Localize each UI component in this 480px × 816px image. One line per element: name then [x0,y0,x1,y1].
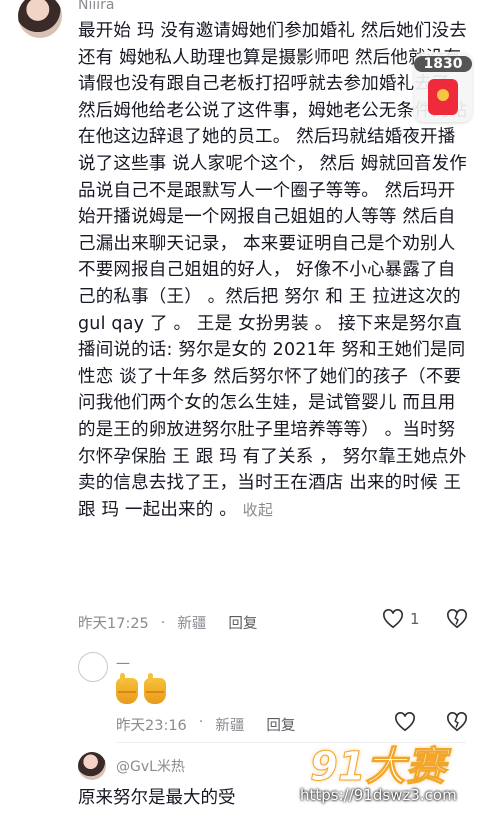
reply-like-button[interactable] [394,712,416,736]
reply-location: 新疆 [215,718,245,734]
watermark: 91大赛 https://91dswz3.com [300,734,476,814]
reply-avatar[interactable] [78,652,108,682]
like-button[interactable]: 1 [382,609,420,629]
thumbs-up-icon [116,673,138,704]
next-comment-text: 原来努尔是最大的受 [78,788,236,808]
heart-icon [383,609,403,629]
next-commenter-name[interactable]: @GvL米热 [116,756,185,776]
thumbs-up-icon [144,673,166,704]
reply-button[interactable]: 回复 [228,612,257,633]
watermark-logo: 91大赛 [310,744,447,791]
reply-username[interactable]: 一 [116,654,130,674]
broken-heart-icon [447,609,467,629]
collapse-button[interactable]: 收起 [243,501,273,519]
reply-dislike-button[interactable] [446,712,468,736]
next-commenter-avatar[interactable] [78,752,106,780]
red-envelope-badge[interactable]: 1830 [414,52,472,122]
badge-count: 1830 [414,56,472,72]
heart-icon [395,712,415,732]
red-envelope-icon [428,79,458,115]
broken-heart-icon [447,712,467,732]
commenter-avatar[interactable] [18,0,62,38]
reply-emoji [116,673,166,704]
commenter-name[interactable]: Niiira [78,0,114,13]
watermark-url: https://91dswz3.com [300,786,457,804]
comment-time: 昨天17:25 [78,616,149,632]
comment-text: 最开始 玛 没有邀请姆她们参加婚礼 然后她们没去 还有 姆她私人助理也算是摄影师… [78,21,468,520]
reply-reply-button[interactable]: 回复 [266,714,295,735]
comment-body: 最开始 玛 没有邀请姆她们参加婚礼 然后她们没去 还有 姆她私人助理也算是摄影师… [78,18,470,523]
comment-location: 新疆 [177,616,207,632]
reply-time: 昨天23:16 [116,718,187,734]
dislike-button[interactable] [446,609,468,633]
comment-meta: 昨天17:25 · 新疆 回复 [78,612,257,633]
reply-meta: 昨天23:16 · 新疆 回复 [116,714,296,735]
like-count: 1 [410,610,420,628]
